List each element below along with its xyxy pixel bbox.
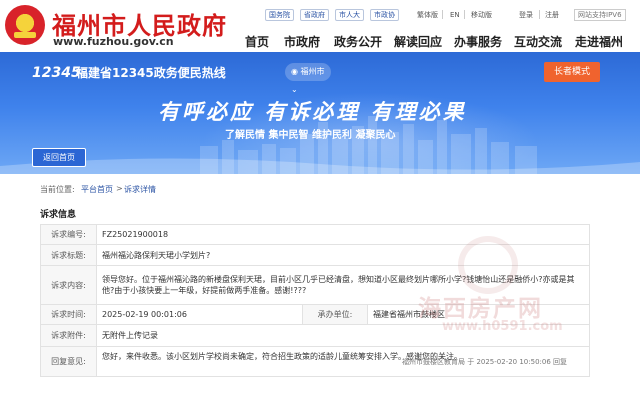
back-home-button[interactable]: 返回首页 <box>32 148 86 167</box>
reply-meta: 福州市鼓楼区教育局 于 2025-02-20 10:50:06 回复 <box>402 358 568 366</box>
quick-links: 国务院 省政府 市人大 市政协 <box>265 9 399 21</box>
table-row: 诉求附件: 无附件上传记录 <box>40 324 591 347</box>
number-label: 诉求编号: <box>40 224 97 245</box>
chevron-down-icon: ⌄ <box>291 85 298 94</box>
link-npc[interactable]: 市人大 <box>335 9 364 21</box>
city-select[interactable]: ◉ 福州市 ⌄ <box>285 63 331 94</box>
section-title: 诉求信息 <box>40 210 77 220</box>
table-row: 诉求时间: 2025-02-19 00:01:06 承办单位: 福建省福州市鼓楼… <box>40 304 591 325</box>
nav-about-fuzhou[interactable]: 走进福州 <box>575 33 623 50</box>
content-label: 诉求内容: <box>40 265 97 305</box>
nav-city-gov[interactable]: 市政府 <box>284 33 320 50</box>
city-select-value: 福州市 <box>300 67 325 76</box>
complaint-time: 2025-02-19 00:01:06 <box>96 304 303 325</box>
ipv6-badge: 网站支持IPV6 <box>574 9 626 21</box>
breadcrumb-current: 诉求详情 <box>124 185 156 194</box>
nav-home[interactable]: 首页 <box>245 33 269 50</box>
nav-gov-affairs[interactable]: 政务公开 <box>334 33 382 50</box>
divider <box>464 10 465 19</box>
complaint-content: 领导您好。位于福州福沁路的新楼盘保利天珺，目前小区几乎已经清盘，想知道小区最终划… <box>95 265 591 305</box>
nav-interaction[interactable]: 互动交流 <box>514 33 562 50</box>
elder-mode-button[interactable]: 长者模式 <box>544 62 600 82</box>
hotline-title: 福建省12345政务便民热线 <box>76 66 226 80</box>
complaint-dept: 福建省福州市鼓楼区 <box>366 304 591 325</box>
banner-slogan: 有呼必应 有诉必理 有理必果 <box>158 99 467 124</box>
breadcrumb-prefix: 当前位置: <box>40 185 75 194</box>
breadcrumb-separator: > <box>116 184 123 193</box>
link-cppcc[interactable]: 市政协 <box>370 9 399 21</box>
nav-interpretation[interactable]: 解读回应 <box>394 33 442 50</box>
attachment-label: 诉求附件: <box>40 324 97 347</box>
site-url: www.fuzhou.gov.cn <box>53 35 174 48</box>
title-label: 诉求标题: <box>40 244 97 266</box>
divider <box>539 10 540 19</box>
link-state-council[interactable]: 国务院 <box>265 9 294 21</box>
dept-label: 承办单位: <box>302 304 368 325</box>
login-link[interactable]: 登录 <box>519 10 533 20</box>
divider <box>442 10 443 19</box>
reply-label: 回复意见: <box>40 346 97 377</box>
register-link[interactable]: 注册 <box>545 10 559 20</box>
breadcrumb-home[interactable]: 平台首页 <box>81 184 113 195</box>
nav-services[interactable]: 办事服务 <box>454 33 502 50</box>
english-link[interactable]: EN <box>450 10 460 20</box>
time-label: 诉求时间: <box>40 304 97 325</box>
complaint-title: 福州福沁路保利天珺小学划片? <box>95 244 591 266</box>
hotline-logo: 12345 <box>32 65 81 81</box>
complaint-info-table: 诉求编号: FZ25021900018 诉求标题: 福州福沁路保利天珺小学划片?… <box>40 224 591 377</box>
banner-subslogan: 了解民情 集中民智 维护民利 凝聚民心 <box>225 130 396 141</box>
site-header: ★ 福州市人民政府 www.fuzhou.gov.cn 国务院 省政府 市人大 … <box>0 0 640 52</box>
traditional-chinese-link[interactable]: 繁体版 <box>417 10 438 20</box>
table-row: 诉求内容: 领导您好。位于福州福沁路的新楼盘保利天珺，目前小区几乎已经清盘，想知… <box>40 265 591 305</box>
hotline-banner: 12345 福建省12345政务便民热线 ◉ 福州市 ⌄ 长者模式 有呼必应 有… <box>0 52 640 174</box>
table-row: 诉求标题: 福州福沁路保利天珺小学划片? <box>40 244 591 266</box>
mobile-link[interactable]: 移动版 <box>471 10 492 20</box>
complaint-attachment: 无附件上传记录 <box>95 324 591 347</box>
location-icon: ◉ <box>291 67 298 76</box>
national-emblem-icon: ★ <box>5 5 45 45</box>
complaint-number: FZ25021900018 <box>95 224 591 245</box>
table-row: 诉求编号: FZ25021900018 <box>40 224 591 245</box>
link-provincial-gov[interactable]: 省政府 <box>300 9 329 21</box>
